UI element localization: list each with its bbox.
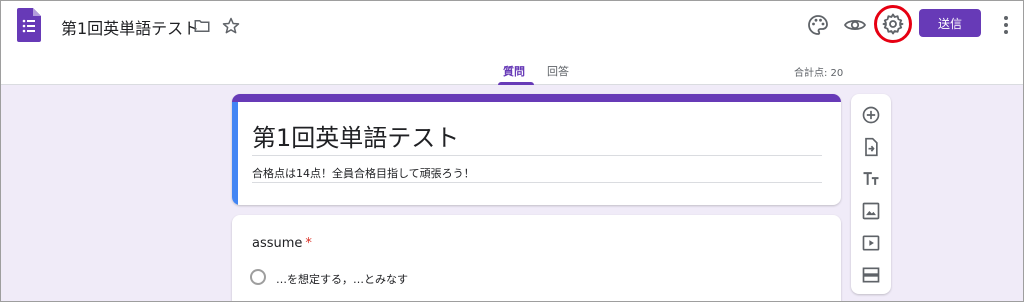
more-vert-icon[interactable] (996, 13, 1016, 37)
tab-questions[interactable]: 質問 (503, 63, 525, 79)
form-title[interactable]: 第1回英単語テスト (252, 118, 459, 153)
floating-toolbar (851, 94, 891, 294)
folder-icon[interactable] (193, 17, 211, 35)
divider (252, 182, 822, 183)
forms-logo-icon[interactable] (17, 8, 41, 42)
add-title-icon[interactable] (861, 169, 881, 189)
star-icon[interactable] (221, 16, 241, 36)
import-questions-icon[interactable] (861, 137, 881, 157)
active-tab-indicator (498, 82, 534, 85)
question-title[interactable]: assume * (252, 236, 312, 251)
title-card-focus-bar (232, 102, 238, 205)
palette-icon[interactable] (806, 13, 830, 37)
eye-icon[interactable] (843, 13, 867, 37)
gear-icon[interactable] (881, 12, 905, 36)
divider (252, 155, 822, 156)
form-description[interactable]: 合格点は14点！全員合格目指して頑張ろう！ (252, 165, 475, 181)
tabs-bar: 質問 回答 合計点: 20 (1, 57, 1023, 85)
add-image-icon[interactable] (861, 201, 881, 221)
required-asterisk: * (305, 236, 312, 251)
add-section-icon[interactable] (861, 265, 881, 285)
app-frame: 第1回英単語テスト 送信 質問 回答 合計点: 20 第1回英単語テスト 合格点… (0, 0, 1024, 302)
settings-highlight-circle (874, 5, 912, 43)
add-question-icon[interactable] (861, 105, 881, 125)
header: 第1回英単語テスト 送信 質問 回答 合計点: 20 (1, 1, 1023, 85)
question-card[interactable]: assume * …を想定する，…とみなす (232, 215, 841, 301)
radio-option[interactable] (250, 269, 266, 285)
option-label[interactable]: …を想定する，…とみなす (276, 271, 408, 287)
add-video-icon[interactable] (861, 233, 881, 253)
total-points: 合計点: 20 (794, 68, 844, 79)
tab-responses[interactable]: 回答 (547, 63, 569, 79)
document-title[interactable]: 第1回英単語テスト (61, 15, 199, 39)
send-button[interactable]: 送信 (919, 9, 981, 37)
title-card-accent-bar (232, 94, 841, 102)
form-title-card[interactable]: 第1回英単語テスト 合格点は14点！全員合格目指して頑張ろう！ (232, 94, 841, 205)
